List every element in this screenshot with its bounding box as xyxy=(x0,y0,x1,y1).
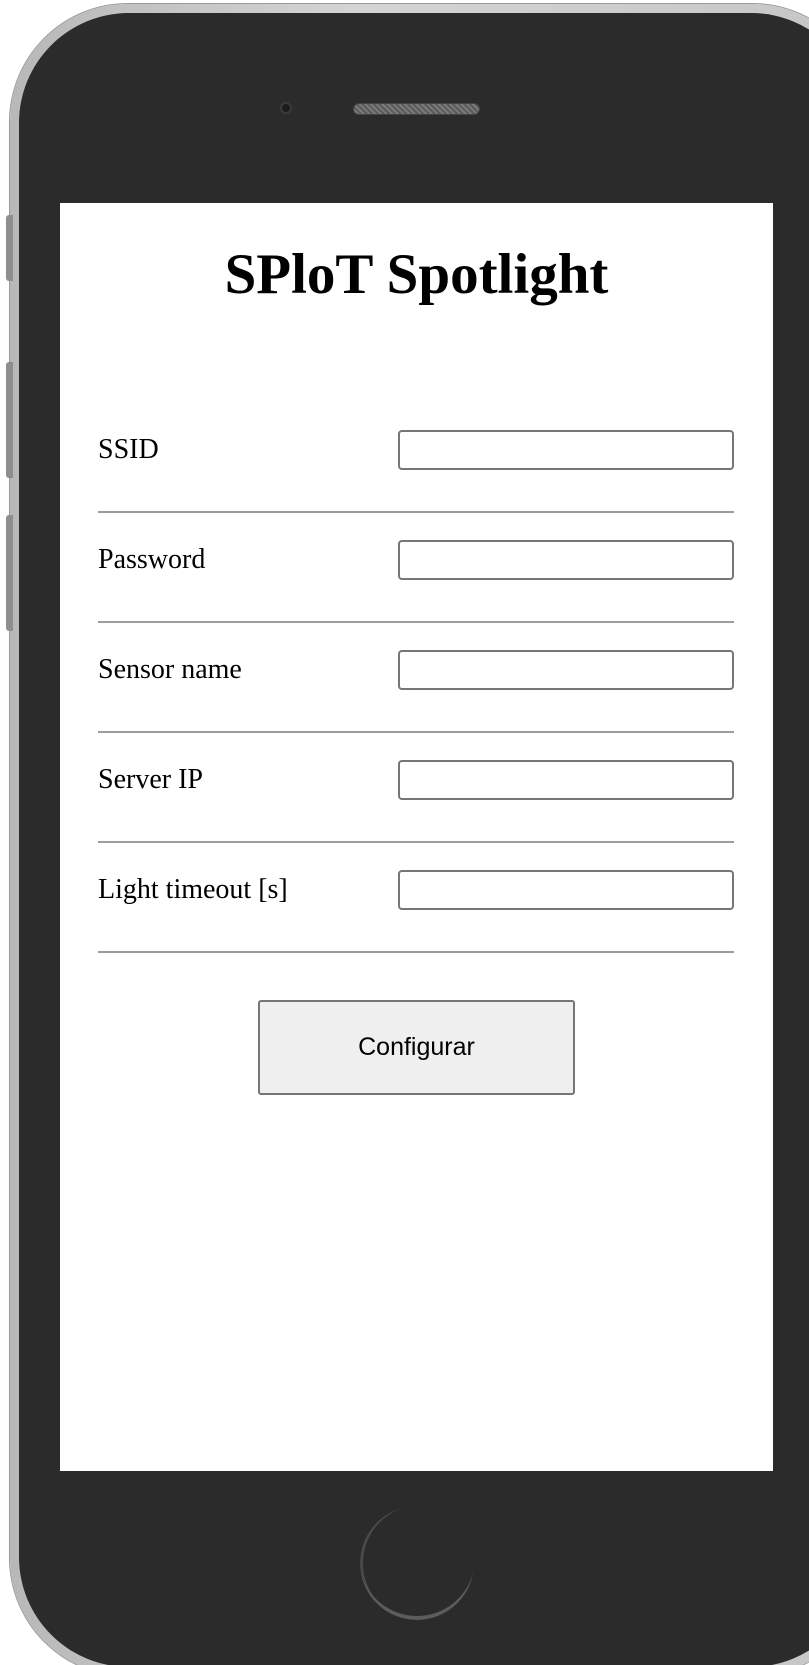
speaker-grille-icon xyxy=(353,103,480,115)
mute-switch xyxy=(6,215,13,281)
light-timeout-label: Light timeout [s] xyxy=(98,874,288,905)
page-title: SPloT Spotlight xyxy=(224,243,609,306)
sensor-name-input[interactable] xyxy=(398,650,734,690)
ssid-label: SSID xyxy=(98,434,159,465)
phone-screen: SPloT Spotlight SSID Password Sensor nam… xyxy=(60,203,773,1471)
server-ip-input[interactable] xyxy=(398,760,734,800)
light-timeout-input[interactable] xyxy=(398,870,734,910)
ssid-input[interactable] xyxy=(398,430,734,470)
form-row-password: Password xyxy=(98,513,734,623)
volume-up-button xyxy=(6,362,13,478)
camera-icon xyxy=(280,102,292,114)
configurar-button[interactable]: Configurar xyxy=(258,1000,575,1095)
form-row-sensor-name: Sensor name xyxy=(98,623,734,733)
config-form: SSID Password Sensor name Server IP Ligh… xyxy=(98,403,734,953)
password-input[interactable] xyxy=(398,540,734,580)
sensor-name-label: Sensor name xyxy=(98,654,242,685)
password-label: Password xyxy=(98,544,206,575)
volume-down-button xyxy=(6,515,13,631)
form-row-ssid: SSID xyxy=(98,403,734,513)
form-row-server-ip: Server IP xyxy=(98,733,734,843)
server-ip-label: Server IP xyxy=(98,764,203,795)
form-row-light-timeout: Light timeout [s] xyxy=(98,843,734,953)
page: SPloT Spotlight SSID Password Sensor nam… xyxy=(0,0,809,1665)
home-button-icon[interactable] xyxy=(356,1502,478,1624)
